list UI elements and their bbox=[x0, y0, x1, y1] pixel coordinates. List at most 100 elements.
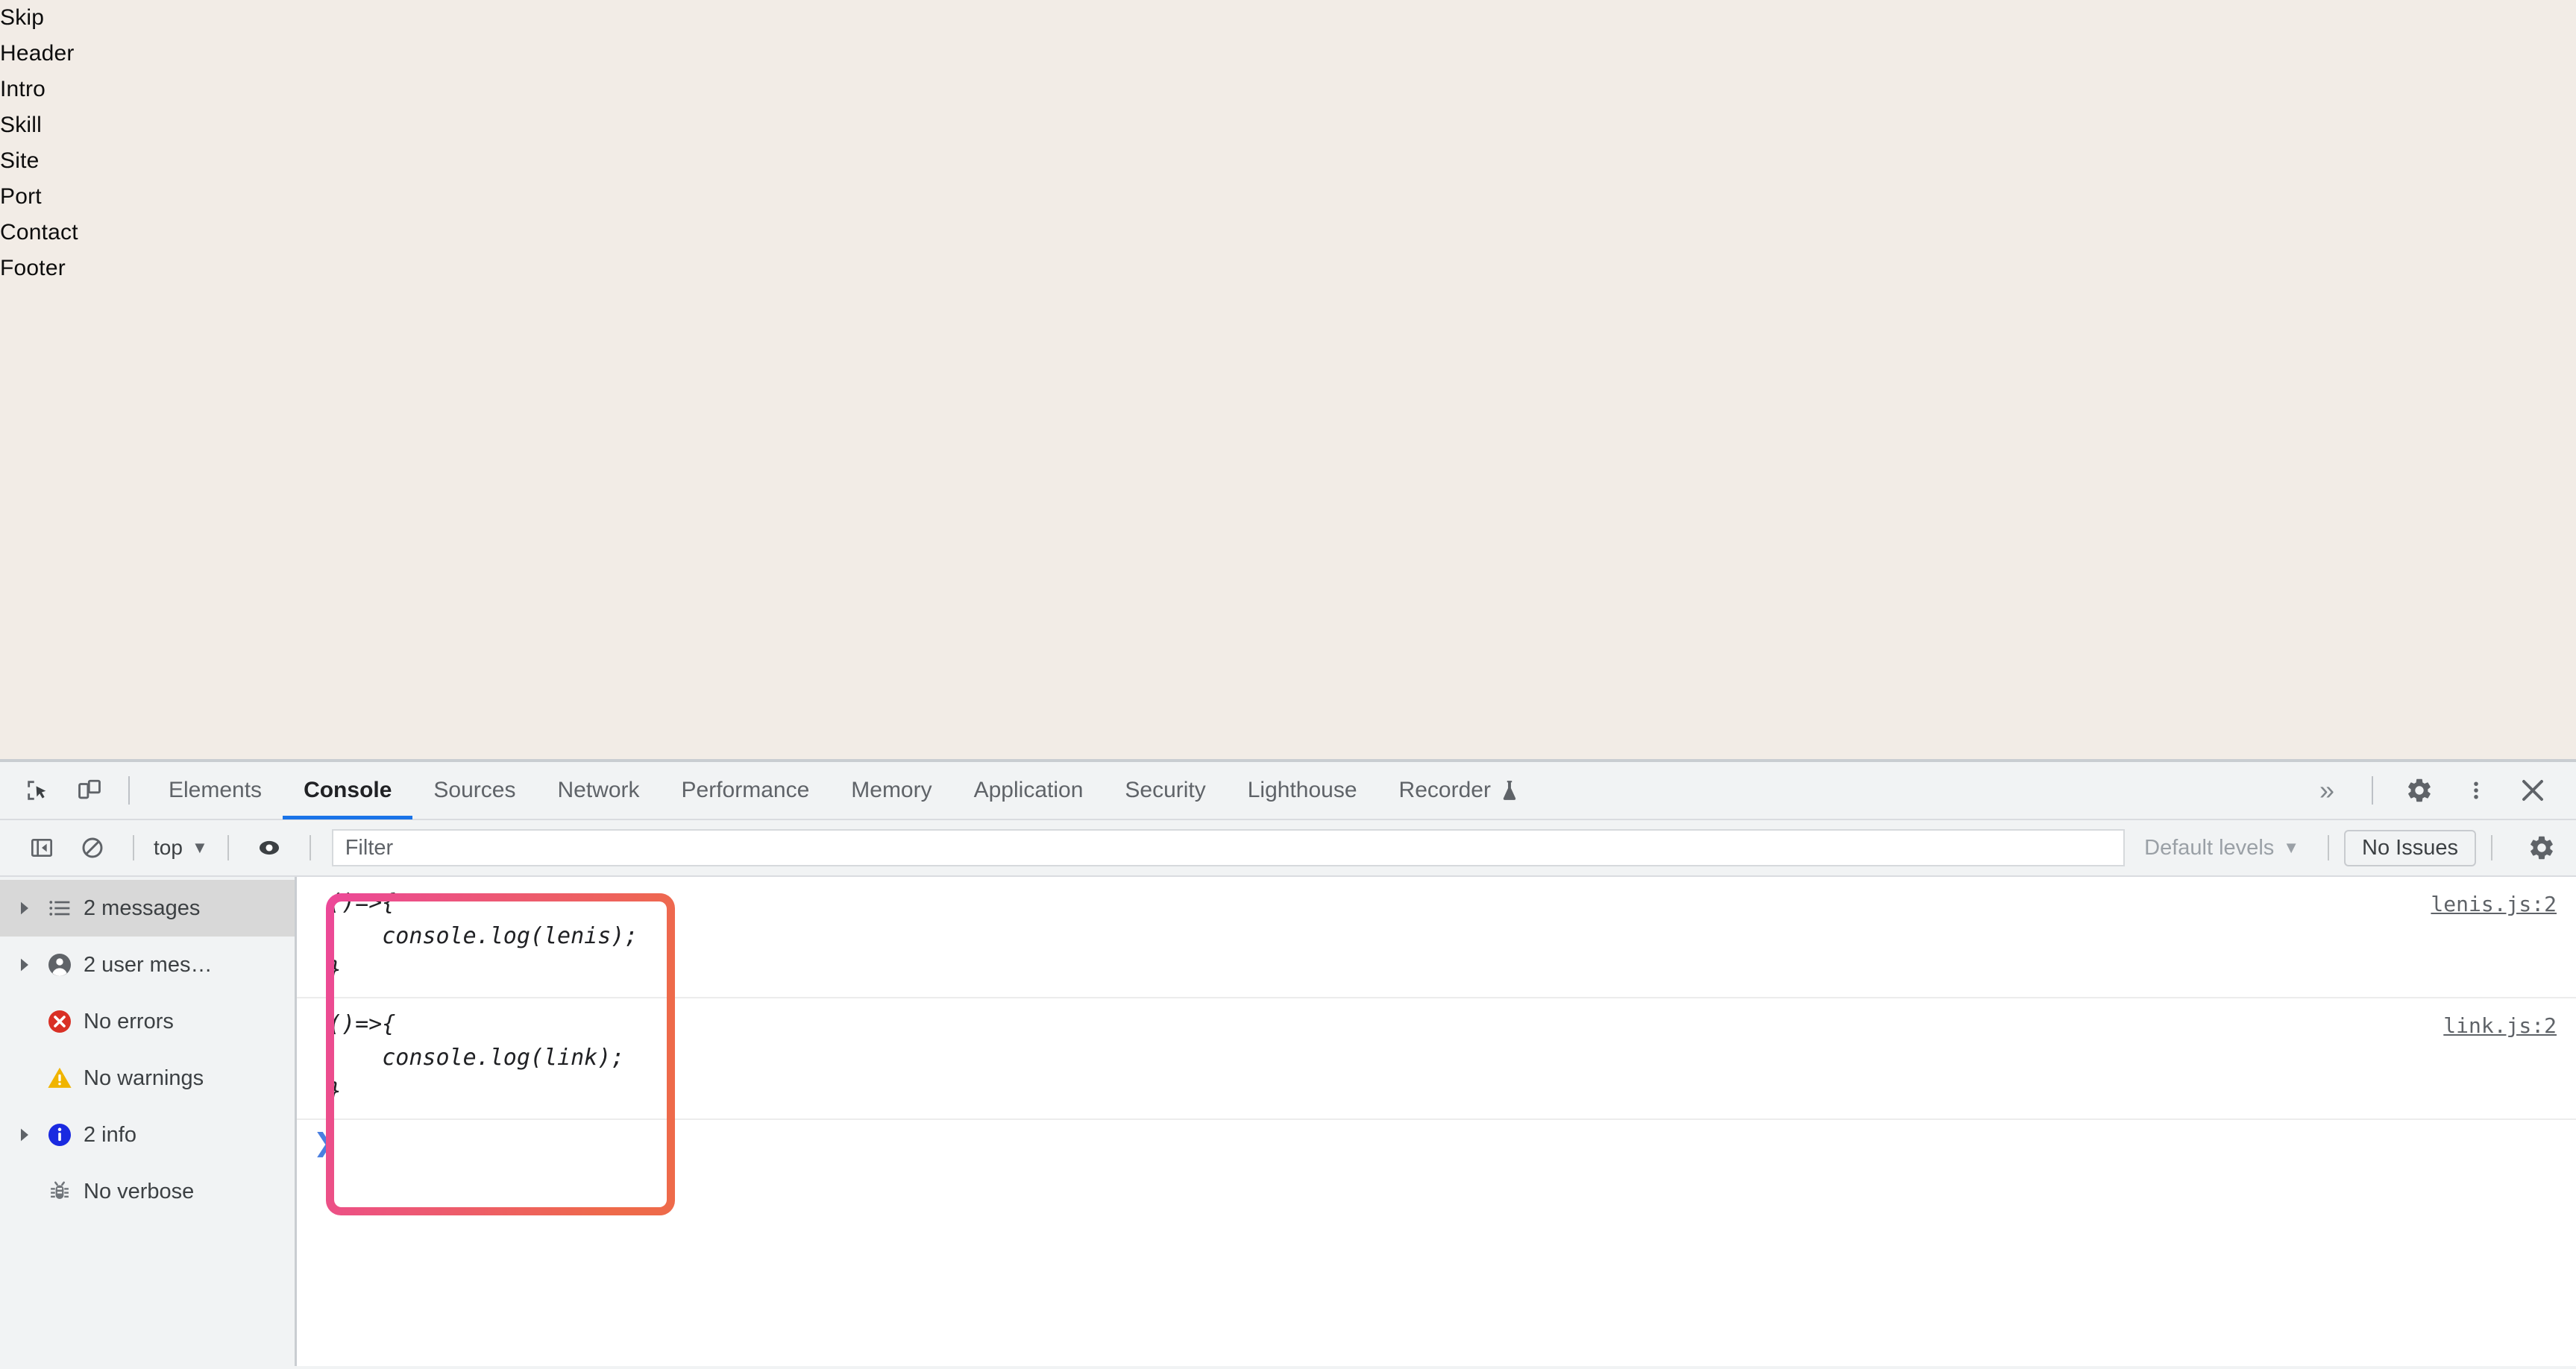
sidebar-item-messages[interactable]: 2 messages bbox=[0, 880, 295, 937]
inspect-element-icon[interactable] bbox=[16, 770, 58, 811]
device-toolbar-icon-svg bbox=[78, 779, 101, 799]
log-levels-selector[interactable]: Default levels ▼ bbox=[2131, 836, 2313, 860]
page-nav-item-intro[interactable]: Intro bbox=[0, 72, 78, 107]
chevron-down-icon: ▼ bbox=[191, 838, 208, 857]
clear-console-icon-svg bbox=[82, 837, 103, 858]
gear-icon[interactable] bbox=[2398, 770, 2440, 811]
console-toolbar-divider-4 bbox=[2328, 835, 2330, 860]
expand-arrow-icon-info-svg bbox=[21, 1128, 28, 1142]
sidebar-item-verbose[interactable]: No verbose bbox=[0, 1163, 295, 1220]
info-icon bbox=[39, 1121, 81, 1148]
error-icon bbox=[39, 1008, 81, 1035]
console-toolbar-divider-3 bbox=[309, 835, 311, 860]
log-levels-label: Default levels bbox=[2144, 835, 2275, 860]
sidebar-item-warnings[interactable]: No warnings bbox=[0, 1050, 295, 1107]
console-message-code: ()=>{ console.log(lenis); } bbox=[328, 890, 638, 983]
tab-console[interactable]: Console bbox=[283, 761, 413, 819]
prompt-chevron-icon: ❯ bbox=[313, 1128, 335, 1158]
issues-button[interactable]: No Issues bbox=[2344, 829, 2476, 866]
console-message-source-link[interactable]: lenis.js:2 bbox=[2431, 884, 2576, 916]
console-message-row[interactable]: ()=>{ console.log(lenis); } lenis.js:2 bbox=[297, 877, 2576, 998]
console-output[interactable]: ()=>{ console.log(lenis); } lenis.js:2 (… bbox=[297, 877, 2576, 1366]
expand-arrow-icon-info[interactable] bbox=[10, 1127, 39, 1142]
sidebar-item-errors[interactable]: No errors bbox=[0, 993, 295, 1050]
inspect-element-icon-svg bbox=[28, 781, 46, 800]
page-nav-list: Skip Header Intro Skill Site Port Contac… bbox=[0, 0, 78, 286]
devtools-panel: Elements Console Sources Network Perform… bbox=[0, 762, 2576, 1369]
tab-sources[interactable]: Sources bbox=[412, 761, 536, 819]
console-toolbar-divider-2 bbox=[227, 835, 229, 860]
show-console-sidebar-icon-svg bbox=[31, 839, 52, 857]
sidebar-item-user-messages[interactable]: 2 user mes… bbox=[0, 937, 295, 993]
page-nav-item-port[interactable]: Port bbox=[0, 179, 78, 215]
devtools-tab-list: Elements Console Sources Network Perform… bbox=[148, 761, 1540, 819]
page-nav-item-site[interactable]: Site bbox=[0, 143, 78, 179]
info-icon-svg bbox=[48, 1124, 71, 1146]
eye-icon-svg bbox=[259, 840, 279, 855]
close-icon-svg bbox=[2522, 780, 2543, 801]
console-prompt[interactable]: ❯ bbox=[297, 1120, 2576, 1190]
warning-icon-svg bbox=[48, 1067, 72, 1088]
sidebar-item-verbose-label: No verbose bbox=[84, 1179, 195, 1203]
tab-recorder[interactable]: Recorder bbox=[1378, 761, 1540, 819]
gear-icon-svg bbox=[2408, 778, 2431, 802]
expand-arrow-icon-user[interactable] bbox=[10, 957, 39, 972]
filter-input-placeholder: Filter bbox=[345, 835, 394, 860]
error-icon-svg bbox=[48, 1010, 71, 1033]
page-viewport: Skip Header Intro Skill Site Port Contac… bbox=[0, 0, 2576, 762]
console-body: 2 messages 2 user mes… No errors No warn… bbox=[0, 877, 2576, 1366]
page-nav-item-contact[interactable]: Contact bbox=[0, 215, 78, 251]
execution-context-label: top bbox=[154, 836, 183, 859]
sidebar-item-user-messages-label: 2 user mes… bbox=[84, 952, 213, 977]
chevron-down-icon-levels: ▼ bbox=[2283, 838, 2300, 857]
clear-console-icon[interactable] bbox=[73, 828, 112, 867]
tab-performance[interactable]: Performance bbox=[661, 761, 831, 819]
console-message-row[interactable]: ()=>{ console.log(link); } link.js:2 bbox=[297, 998, 2576, 1120]
close-icon[interactable] bbox=[2512, 770, 2554, 811]
console-toolbar-divider-1 bbox=[133, 835, 134, 860]
console-sidebar: 2 messages 2 user mes… No errors No warn… bbox=[0, 877, 297, 1366]
screenshot-root: Skip Header Intro Skill Site Port Contac… bbox=[0, 0, 2576, 1369]
sidebar-item-messages-label: 2 messages bbox=[84, 896, 201, 920]
user-icon bbox=[39, 951, 81, 978]
tab-memory[interactable]: Memory bbox=[830, 761, 952, 819]
tab-elements[interactable]: Elements bbox=[148, 761, 283, 819]
user-icon-svg bbox=[48, 954, 71, 976]
page-nav-item-header[interactable]: Header bbox=[0, 36, 78, 72]
tab-security[interactable]: Security bbox=[1104, 761, 1226, 819]
devtools-tabbar-right: » bbox=[2300, 770, 2576, 811]
expand-arrow-icon-svg bbox=[21, 901, 28, 915]
expand-arrow-icon[interactable] bbox=[10, 901, 39, 916]
eye-icon[interactable] bbox=[250, 828, 289, 867]
devtools-tabbar: Elements Console Sources Network Perform… bbox=[0, 762, 2576, 820]
tab-lighthouse[interactable]: Lighthouse bbox=[1227, 761, 1378, 819]
kebab-menu-icon[interactable] bbox=[2455, 770, 2497, 811]
expand-arrow-icon-user-svg bbox=[21, 958, 28, 972]
tab-recorder-label: Recorder bbox=[1398, 778, 1491, 802]
execution-context-selector[interactable]: top ▼ bbox=[149, 836, 213, 860]
console-settings-gear-icon[interactable] bbox=[2521, 827, 2563, 869]
device-toolbar-icon[interactable] bbox=[69, 770, 110, 811]
console-message-code: ()=>{ console.log(link); } bbox=[328, 1011, 625, 1104]
sidebar-item-info-label: 2 info bbox=[84, 1122, 136, 1147]
show-console-sidebar-icon[interactable] bbox=[22, 828, 61, 867]
more-tabs-icon[interactable]: » bbox=[2300, 777, 2354, 804]
tab-network[interactable]: Network bbox=[536, 761, 660, 819]
page-nav-item-footer[interactable]: Footer bbox=[0, 251, 78, 286]
toolbar-divider bbox=[128, 776, 130, 805]
flask-icon bbox=[1500, 779, 1519, 802]
console-message-source-link[interactable]: link.js:2 bbox=[2443, 1006, 2576, 1038]
warning-icon bbox=[39, 1065, 81, 1092]
console-toolbar: top ▼ Filter Default levels ▼ No Issues bbox=[0, 820, 2576, 877]
page-nav-item-skill[interactable]: Skill bbox=[0, 107, 78, 143]
bug-icon-svg bbox=[51, 1181, 69, 1199]
list-icon-svg bbox=[49, 901, 70, 916]
bug-icon bbox=[39, 1179, 81, 1204]
console-settings-gear-icon-svg bbox=[2531, 836, 2553, 860]
toolbar-divider-right bbox=[2372, 776, 2373, 805]
console-toolbar-divider-5 bbox=[2491, 835, 2492, 860]
filter-input[interactable]: Filter bbox=[331, 829, 2126, 866]
sidebar-item-info[interactable]: 2 info bbox=[0, 1107, 295, 1163]
page-nav-item-skip[interactable]: Skip bbox=[0, 0, 78, 36]
tab-application[interactable]: Application bbox=[953, 761, 1105, 819]
